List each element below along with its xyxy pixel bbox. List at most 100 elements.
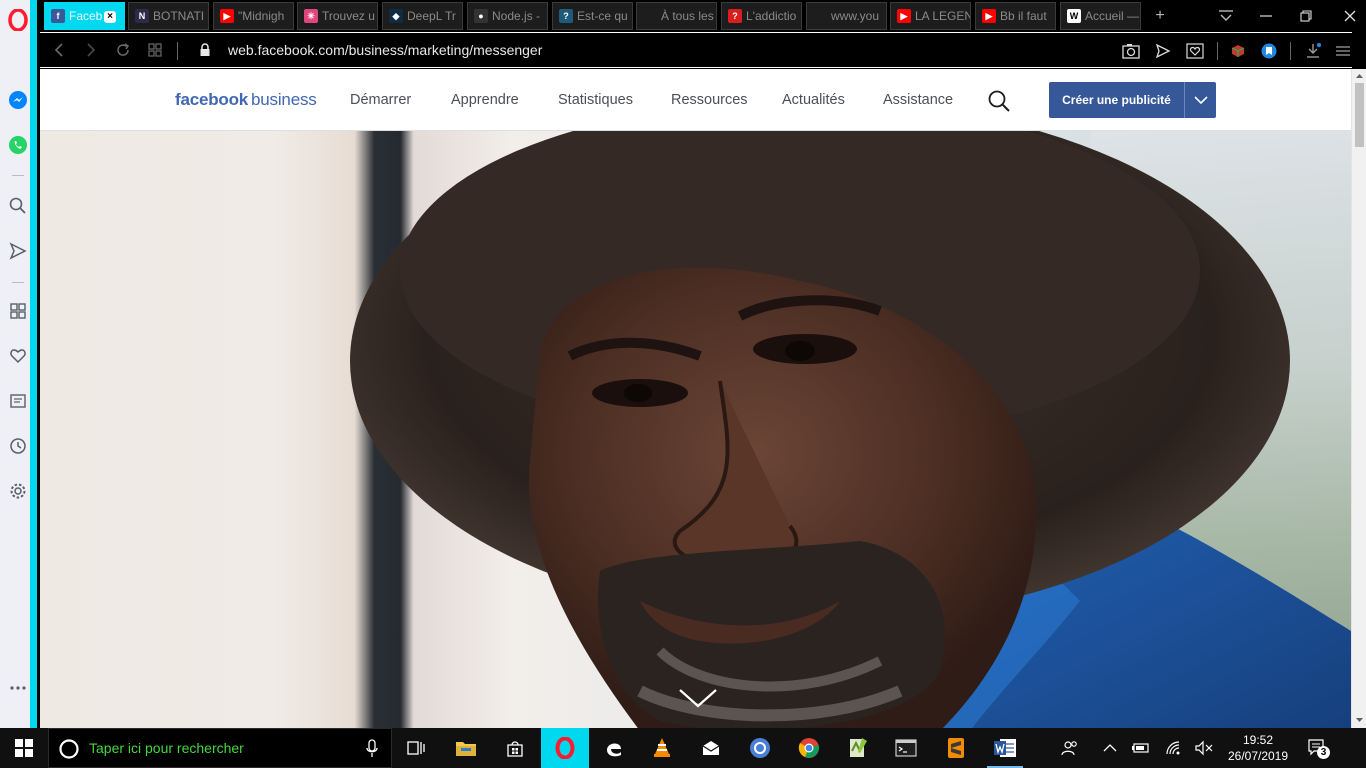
tab-title: DeepL Tr bbox=[407, 9, 456, 23]
send-to-flow-icon[interactable] bbox=[1152, 40, 1174, 62]
minimize-window-icon[interactable] bbox=[1254, 4, 1278, 28]
vlc-icon[interactable] bbox=[638, 728, 686, 768]
create-ad-button-group: Créer une publicité bbox=[1049, 82, 1216, 118]
new-tab-button[interactable]: + bbox=[1148, 4, 1172, 28]
web-page: facebook business Démarrer Apprendre Stat… bbox=[40, 69, 1351, 728]
url-text[interactable]: web.facebook.com/business/marketing/mess… bbox=[228, 42, 542, 58]
search-placeholder: Taper ici pour rechercher bbox=[89, 740, 244, 756]
battery-icon[interactable] bbox=[1131, 738, 1151, 758]
snapshot-icon[interactable] bbox=[1120, 40, 1142, 62]
tab-title: L'addictio bbox=[746, 9, 797, 23]
nav-ressources[interactable]: Ressources bbox=[671, 92, 748, 108]
extension-cube-icon[interactable] bbox=[1227, 40, 1249, 62]
fb-business-logo[interactable]: facebook business bbox=[175, 90, 317, 110]
more-options-icon[interactable] bbox=[6, 676, 30, 700]
chrome-icon[interactable] bbox=[785, 728, 833, 768]
settings-gear-icon[interactable] bbox=[6, 479, 30, 503]
browser-tab[interactable]: ✳ Trouvez u bbox=[297, 2, 378, 30]
nav-statistiques[interactable]: Statistiques bbox=[558, 92, 633, 108]
stackexchange-icon: ? bbox=[559, 9, 573, 23]
opera-sidebar bbox=[0, 0, 38, 728]
easy-setup-icon[interactable] bbox=[1332, 40, 1354, 62]
close-tab-icon[interactable]: × bbox=[104, 11, 116, 23]
edge-icon[interactable] bbox=[590, 728, 638, 768]
browser-tab[interactable]: ▶ "Midnigh bbox=[213, 2, 294, 30]
tab-title: Bb il faut bbox=[1000, 9, 1047, 23]
taskbar-clock[interactable]: 19:52 26/07/2019 bbox=[1222, 732, 1294, 764]
tab-title: Accueil — bbox=[1085, 9, 1140, 23]
windows-start-icon[interactable] bbox=[0, 728, 48, 768]
sublime-text-icon[interactable] bbox=[932, 728, 980, 768]
tab-title: Est-ce qu bbox=[577, 9, 628, 23]
tab-menu-icon[interactable] bbox=[1214, 4, 1238, 28]
toolbar-separator bbox=[1290, 42, 1291, 60]
file-explorer-icon[interactable] bbox=[442, 728, 490, 768]
nav-assistance[interactable]: Assistance bbox=[883, 92, 953, 108]
browser-tab[interactable]: ▶ Bb il faut bbox=[975, 2, 1056, 30]
create-ad-button[interactable]: Créer une publicité bbox=[1049, 82, 1185, 118]
notepad-plus-plus-icon[interactable] bbox=[834, 728, 882, 768]
taskbar-search-box[interactable]: Taper ici pour rechercher bbox=[48, 728, 392, 768]
task-view-icon[interactable] bbox=[392, 728, 440, 768]
word-icon[interactable] bbox=[981, 728, 1029, 768]
people-icon[interactable] bbox=[1060, 738, 1080, 758]
opera-menu-icon[interactable] bbox=[6, 8, 30, 32]
tab-title: LA LEGEN bbox=[915, 9, 970, 23]
lock-icon[interactable] bbox=[194, 39, 216, 61]
downloads-icon[interactable] bbox=[1302, 40, 1324, 62]
browser-tab[interactable]: ? L'addictio bbox=[721, 2, 802, 30]
nav-actualites[interactable]: Actualités bbox=[782, 92, 845, 108]
store-icon[interactable] bbox=[491, 728, 539, 768]
scrollbar-thumb[interactable] bbox=[1355, 83, 1364, 147]
botnation-icon: N bbox=[135, 9, 149, 23]
tabs-grid-icon[interactable] bbox=[144, 39, 166, 61]
browser-tab[interactable]: ▶ LA LEGEN bbox=[890, 2, 971, 30]
nav-apprendre[interactable]: Apprendre bbox=[451, 92, 519, 108]
browser-tab[interactable]: f Faceb × bbox=[44, 2, 125, 30]
page-scrollbar[interactable] bbox=[1351, 69, 1366, 728]
show-hidden-icons-icon[interactable] bbox=[1100, 738, 1120, 758]
search-icon[interactable] bbox=[6, 194, 30, 218]
chevron-down-icon bbox=[1193, 96, 1208, 104]
github-icon: ● bbox=[474, 9, 488, 23]
browser-tab[interactable]: ● Node.js - bbox=[467, 2, 548, 30]
notification-count-badge: 3 bbox=[1317, 746, 1330, 759]
send-icon[interactable] bbox=[6, 239, 30, 263]
search-icon[interactable] bbox=[987, 89, 1011, 113]
messenger-icon[interactable] bbox=[6, 88, 30, 112]
restore-window-icon[interactable] bbox=[1294, 4, 1318, 28]
notification-center-icon[interactable]: 3 bbox=[1304, 738, 1332, 759]
opera-taskbar-icon[interactable] bbox=[541, 728, 589, 768]
vpn-badge-icon[interactable] bbox=[1258, 40, 1280, 62]
heart-icon[interactable] bbox=[6, 344, 30, 368]
browser-tab[interactable]: ? Est-ce qu bbox=[552, 2, 633, 30]
browser-tab[interactable]: À tous les bbox=[636, 2, 717, 30]
tab-title: À tous les bbox=[661, 9, 714, 23]
close-window-icon[interactable] bbox=[1338, 4, 1362, 28]
back-icon[interactable] bbox=[48, 39, 70, 61]
wifi-icon[interactable] bbox=[1164, 738, 1184, 758]
bookmark-heart-icon[interactable] bbox=[1184, 40, 1206, 62]
tab-title: BOTNATI bbox=[153, 9, 205, 23]
clock-time: 19:52 bbox=[1242, 733, 1274, 747]
whatsapp-icon[interactable] bbox=[6, 133, 30, 157]
browser-tab[interactable]: www.you bbox=[806, 2, 887, 30]
forward-icon[interactable] bbox=[80, 39, 102, 61]
reload-icon[interactable] bbox=[112, 39, 134, 61]
news-icon[interactable] bbox=[6, 389, 30, 413]
mail-icon[interactable] bbox=[687, 728, 735, 768]
terminal-icon[interactable] bbox=[882, 728, 930, 768]
hero-portrait-illustration bbox=[350, 131, 1351, 728]
nav-demarrer[interactable]: Démarrer bbox=[350, 92, 411, 108]
scroll-down-chevron-icon[interactable] bbox=[678, 686, 718, 710]
history-icon[interactable] bbox=[6, 434, 30, 458]
create-ad-dropdown[interactable] bbox=[1185, 82, 1216, 118]
tab-strip: f Faceb × N BOTNATI ▶ "Midnigh ✳ Trouvez u ◆ DeepL… bbox=[38, 0, 1366, 32]
browser-tab[interactable]: ◆ DeepL Tr bbox=[382, 2, 463, 30]
browser-tab[interactable]: N BOTNATI bbox=[128, 2, 209, 30]
speed-dial-icon[interactable] bbox=[6, 299, 30, 323]
puzzle-icon: ✳ bbox=[304, 9, 318, 23]
chrome-alt-icon[interactable] bbox=[736, 728, 784, 768]
volume-muted-icon[interactable] bbox=[1194, 738, 1214, 758]
browser-tab[interactable]: W Accueil — bbox=[1060, 2, 1141, 30]
